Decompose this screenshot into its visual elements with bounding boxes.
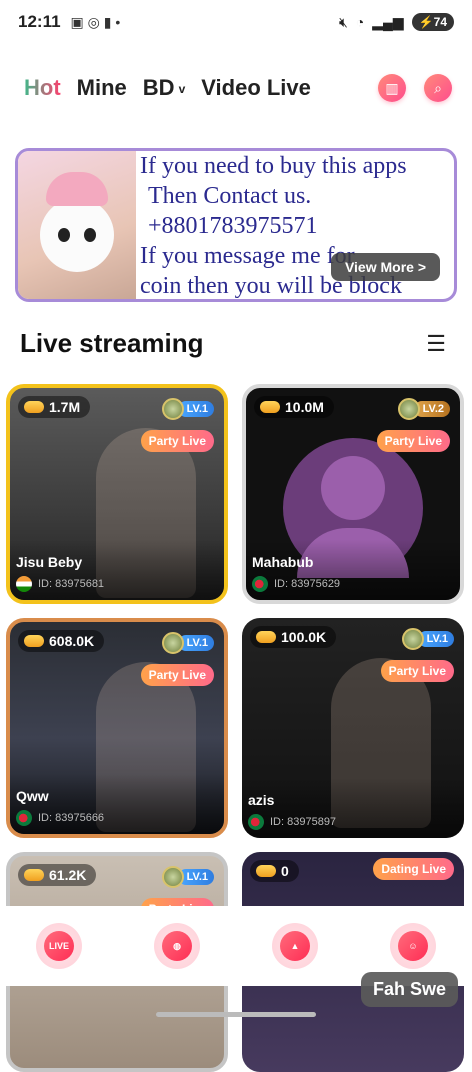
level-badge: LV.1 xyxy=(161,632,214,654)
mute-icon: 🔇︎ xyxy=(338,13,348,30)
coin-icon xyxy=(260,401,280,413)
coin-count: 10.0M xyxy=(254,396,334,418)
nav-live-button[interactable]: LIVE xyxy=(36,923,82,969)
coin-icon xyxy=(24,869,44,881)
stream-card[interactable]: 1.7M LV.1 Party Live Jisu Beby ID: 83975… xyxy=(6,384,228,604)
banner-line: Then Contact us. xyxy=(148,183,312,209)
smile-icon: ☺ xyxy=(398,931,428,961)
top-nav: Hot Mine BD v Video Live ▥ ⌕ xyxy=(24,68,452,108)
status-bar: 12:11 ▣ ◎ ▮ • 🔇︎ ◔ ▂▄▆ ⚡74 xyxy=(0,0,472,44)
bangladesh-flag-icon xyxy=(16,810,32,826)
system-icons: 🔇︎ ◔ ▂▄▆ ⚡74 xyxy=(339,13,454,31)
level-badge: LV.1 xyxy=(401,628,454,650)
coin-icon xyxy=(24,635,44,647)
live-type-badge: Party Live xyxy=(140,430,214,452)
section-title: Live streaming xyxy=(20,328,204,358)
coin-icon xyxy=(24,401,44,413)
toast-message: Fah Swe xyxy=(360,972,458,1007)
banner-line: If you need to buy this apps xyxy=(140,153,407,179)
section-header: Live streaming ☰ xyxy=(20,328,446,359)
nav-profile-button[interactable]: ☺ xyxy=(390,923,436,969)
clock: 12:11 xyxy=(18,12,61,31)
live-type-badge: Dating Live xyxy=(373,858,454,880)
stream-card[interactable]: 100.0K LV.1 Party Live azis ID: 83975897 xyxy=(242,618,464,838)
notification-icons: ▣ ◎ ▮ • xyxy=(70,13,121,30)
tab-video-live[interactable]: Video Live xyxy=(201,75,311,101)
level-badge: LV.1 xyxy=(161,866,214,888)
live-type-badge: Party Live xyxy=(140,664,214,686)
streamer-name: Qww xyxy=(16,788,49,804)
tab-mine[interactable]: Mine xyxy=(77,75,127,101)
bell-icon: ▲ xyxy=(280,931,310,961)
tab-hot[interactable]: Hot xyxy=(24,75,61,101)
search-icon[interactable]: ⌕ xyxy=(424,74,452,102)
coin-count: 0 xyxy=(250,860,299,882)
medal-icon xyxy=(161,866,184,888)
bangladesh-flag-icon xyxy=(252,576,268,592)
tab-bd[interactable]: BD v xyxy=(143,75,185,101)
medal-icon xyxy=(401,628,424,650)
promo-banner[interactable]: If you need to buy this apps Then Contac… xyxy=(15,148,457,302)
medal-icon xyxy=(161,398,184,420)
ranking-icon[interactable]: ▥ xyxy=(378,74,406,102)
wifi-icon: ◔ xyxy=(355,14,365,30)
streamer-name: Mahabub xyxy=(252,554,314,570)
coin-icon xyxy=(256,631,276,643)
planet-icon: ◍ xyxy=(162,931,192,961)
stream-card[interactable]: 608.0K LV.1 Party Live Qww ID: 83975666 xyxy=(6,618,228,838)
list-view-icon[interactable]: ☰ xyxy=(426,331,446,357)
coin-count: 100.0K xyxy=(250,626,337,648)
home-indicator[interactable] xyxy=(156,1012,316,1017)
streamer-id: ID: 83975897 xyxy=(248,814,336,830)
coin-count: 1.7M xyxy=(18,396,91,418)
level-badge: LV.1 xyxy=(161,398,214,420)
cat-image xyxy=(18,151,136,299)
view-more-button[interactable]: View More > xyxy=(330,253,440,281)
chevron-down-icon: v xyxy=(178,82,186,97)
live-type-badge: Party Live xyxy=(376,430,450,452)
streamer-id: ID: 83975681 xyxy=(16,576,104,592)
india-flag-icon xyxy=(16,576,32,592)
stream-card[interactable]: 10.0M LV.2 Party Live Mahabub ID: 839756… xyxy=(242,384,464,604)
coin-count: 61.2K xyxy=(18,864,97,886)
live-tv-icon: LIVE xyxy=(44,931,74,961)
nav-notifications-button[interactable]: ▲ xyxy=(272,923,318,969)
bangladesh-flag-icon xyxy=(248,814,264,830)
level-badge: LV.2 xyxy=(397,398,450,420)
nav-discover-button[interactable]: ◍ xyxy=(154,923,200,969)
streamer-name: azis xyxy=(248,792,275,808)
streamer-id: ID: 83975629 xyxy=(252,576,340,592)
streamer-id: ID: 83975666 xyxy=(16,810,104,826)
coin-icon xyxy=(256,865,276,877)
live-type-badge: Party Live xyxy=(380,660,454,682)
signal-icon: ▂▄▆ xyxy=(372,13,404,30)
medal-icon xyxy=(161,632,184,654)
streamer-name: Jisu Beby xyxy=(16,554,83,570)
coin-count: 608.0K xyxy=(18,630,105,652)
banner-line: +8801783975571 xyxy=(148,213,318,239)
battery-indicator: ⚡74 xyxy=(411,13,454,31)
medal-icon xyxy=(397,398,420,420)
